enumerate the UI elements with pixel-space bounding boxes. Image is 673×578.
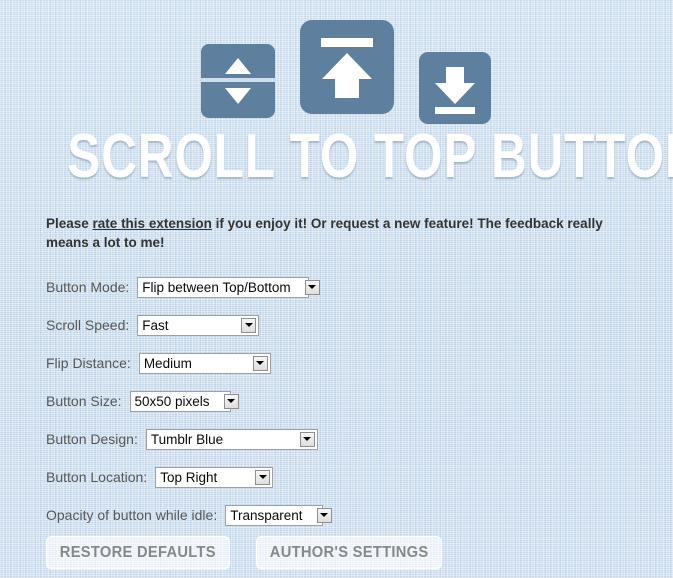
chevron-down-icon[interactable] bbox=[223, 393, 239, 409]
chevron-down-icon[interactable] bbox=[299, 431, 315, 447]
chevron-down-icon[interactable] bbox=[304, 279, 320, 295]
label-button-design: Button Design: bbox=[46, 431, 138, 447]
restore-defaults-button[interactable]: RESTORE DEFAULTS bbox=[46, 536, 230, 569]
description-before-link: Please bbox=[46, 216, 93, 231]
select-button-opacity-value: Transparent bbox=[230, 507, 303, 523]
label-scroll-speed: Scroll Speed: bbox=[46, 317, 130, 333]
rate-extension-link[interactable]: rate this extension bbox=[93, 216, 212, 231]
select-button-opacity[interactable]: Transparent bbox=[225, 504, 332, 526]
chevron-down-icon[interactable] bbox=[241, 317, 257, 333]
label-button-mode: Button Mode: bbox=[46, 279, 130, 295]
label-button-location: Button Location: bbox=[46, 469, 148, 485]
action-buttons: RESTORE DEFAULTS AUTHOR'S SETTINGS bbox=[46, 536, 458, 569]
options-page: SCROLL TO TOP BUTTON Please rate this ex… bbox=[0, 0, 673, 578]
scroll-to-bottom-icon bbox=[419, 52, 491, 124]
label-button-size: Button Size: bbox=[46, 393, 122, 409]
setting-row-flip-distance: Flip Distance: Medium bbox=[46, 344, 646, 382]
select-button-location[interactable]: Top Right bbox=[155, 466, 274, 488]
setting-row-button-location: Button Location: Top Right bbox=[46, 458, 646, 496]
page-title: SCROLL TO TOP BUTTON bbox=[67, 122, 673, 191]
select-button-design[interactable]: Tumblr Blue bbox=[145, 428, 318, 450]
chevron-down-icon[interactable] bbox=[255, 469, 271, 485]
flip-icon-divider bbox=[201, 78, 275, 82]
select-button-mode[interactable]: Flip between Top/Bottom bbox=[137, 276, 320, 298]
select-button-size[interactable]: 50x50 pixels bbox=[129, 390, 239, 412]
setting-row-button-mode: Button Mode: Flip between Top/Bottom bbox=[46, 268, 646, 306]
chevron-down-icon[interactable] bbox=[252, 355, 268, 371]
select-flip-distance-value: Medium bbox=[143, 355, 192, 371]
select-button-design-value: Tumblr Blue bbox=[150, 431, 224, 447]
setting-row-button-opacity: Opacity of button while idle: Transparen… bbox=[46, 496, 646, 534]
setting-row-button-design: Button Design: Tumblr Blue bbox=[46, 420, 646, 458]
chevron-down-icon[interactable] bbox=[316, 507, 332, 523]
label-button-opacity: Opacity of button while idle: bbox=[46, 507, 218, 523]
setting-row-scroll-speed: Scroll Speed: Fast bbox=[46, 306, 646, 344]
header-icons bbox=[0, 12, 673, 124]
settings-form: Button Mode: Flip between Top/Bottom Scr… bbox=[46, 268, 646, 534]
label-flip-distance: Flip Distance: bbox=[46, 355, 131, 371]
authors-settings-button[interactable]: AUTHOR'S SETTINGS bbox=[255, 536, 442, 569]
select-scroll-speed[interactable]: Fast bbox=[137, 314, 260, 336]
select-button-size-value: 50x50 pixels bbox=[134, 393, 210, 409]
select-button-mode-value: Flip between Top/Bottom bbox=[142, 279, 291, 295]
setting-row-button-size: Button Size: 50x50 pixels bbox=[46, 382, 646, 420]
select-scroll-speed-value: Fast bbox=[142, 317, 169, 333]
scroll-to-top-icon bbox=[300, 20, 394, 114]
select-button-location-value: Top Right bbox=[160, 469, 218, 485]
description-text: Please rate this extension if you enjoy … bbox=[46, 214, 636, 252]
select-flip-distance[interactable]: Medium bbox=[138, 352, 271, 374]
